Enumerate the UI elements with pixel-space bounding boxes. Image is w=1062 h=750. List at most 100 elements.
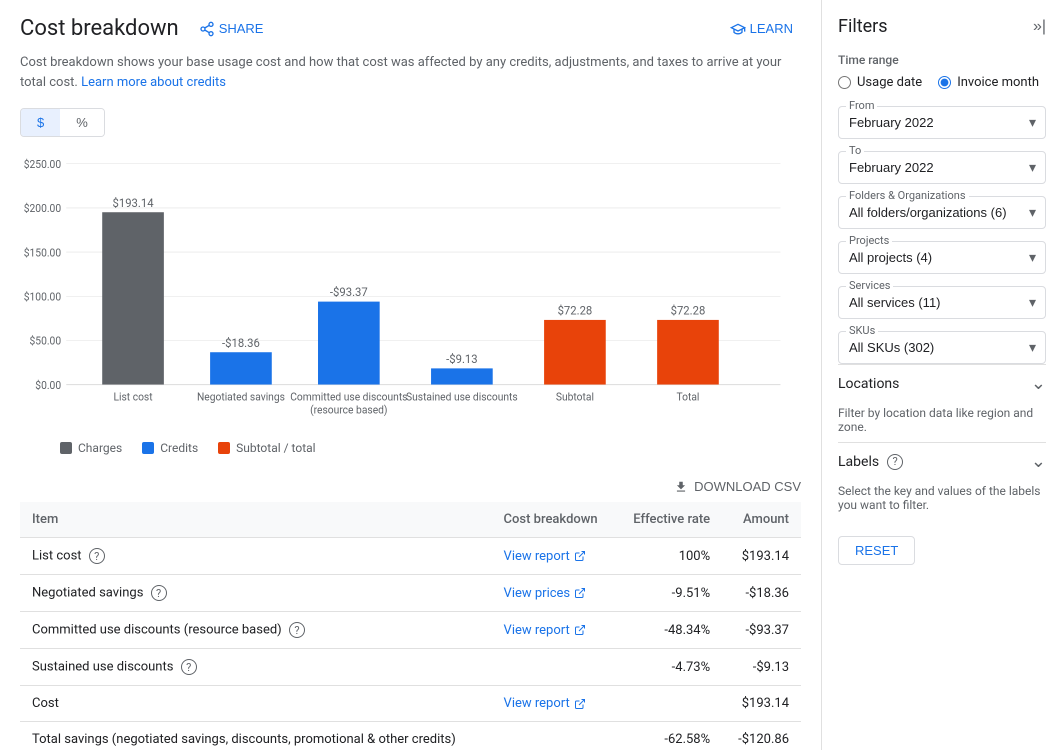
time-range-section: Time range Usage date Invoice month xyxy=(838,53,1046,90)
view-prices-link[interactable]: View prices xyxy=(504,586,604,601)
download-row: DOWNLOAD CSV xyxy=(20,479,801,494)
view-toggle: $ % xyxy=(20,108,105,137)
folders-dropdown-wrapper: Folders & Organizations All folders/orga… xyxy=(838,196,1046,229)
usage-date-option[interactable]: Usage date xyxy=(838,75,922,90)
svg-text:-$9.13: -$9.13 xyxy=(446,352,477,366)
legend-credits: Credits xyxy=(142,441,198,455)
row-cost-breakdown: View prices xyxy=(492,575,616,612)
projects-dropdown-wrapper: Projects All projects (4) ▾ xyxy=(838,241,1046,274)
row-amount: -$18.36 xyxy=(722,575,801,612)
locations-chevron-icon: ⌄ xyxy=(1031,373,1046,394)
from-label: From xyxy=(846,99,877,112)
learn-button[interactable]: LEARN xyxy=(722,17,801,41)
col-effective-rate: Effective rate xyxy=(616,502,722,538)
svg-text:$100.00: $100.00 xyxy=(24,290,61,303)
col-cost-breakdown: Cost breakdown xyxy=(492,502,616,538)
row-item: Total savings (negotiated savings, disco… xyxy=(20,722,492,750)
row-item: Committed use discounts (resource based)… xyxy=(20,612,492,649)
time-range-radio-group: Usage date Invoice month xyxy=(838,75,1046,90)
row-cost-breakdown: View report xyxy=(492,686,616,722)
learn-more-link[interactable]: Learn more about credits xyxy=(81,75,226,90)
external-link-icon xyxy=(574,587,586,599)
svg-text:$250.00: $250.00 xyxy=(24,158,61,171)
table-row: Total savings (negotiated savings, disco… xyxy=(20,722,801,750)
cost-table: Item Cost breakdown Effective rate Amoun… xyxy=(20,502,801,750)
page-title: Cost breakdown xyxy=(20,16,179,41)
percent-toggle[interactable]: % xyxy=(60,109,104,136)
row-cost-breakdown xyxy=(492,722,616,750)
row-rate: -48.34% xyxy=(616,612,722,649)
svg-text:$0.00: $0.00 xyxy=(35,379,61,392)
row-amount: -$93.37 xyxy=(722,612,801,649)
view-report-link-3[interactable]: View report xyxy=(504,696,604,711)
help-icon[interactable]: ? xyxy=(289,622,305,638)
dollar-toggle[interactable]: $ xyxy=(21,109,60,136)
row-item: Cost xyxy=(20,686,492,722)
services-dropdown-wrapper: Services All services (11) ▾ xyxy=(838,286,1046,319)
collapse-sidebar-button[interactable]: »| xyxy=(1033,18,1046,36)
download-csv-button[interactable]: DOWNLOAD CSV xyxy=(674,479,801,494)
cost-chart: $250.00 $200.00 $150.00 $100.00 $50.00 $… xyxy=(20,153,801,433)
table-row: Sustained use discounts ? -4.73% -$9.13 xyxy=(20,649,801,686)
chart-legend: Charges Credits Subtotal / total xyxy=(20,441,801,455)
filters-sidebar: Filters »| Time range Usage date Invoice… xyxy=(822,0,1062,750)
invoice-month-radio[interactable] xyxy=(938,76,951,89)
view-report-link[interactable]: View report xyxy=(504,549,604,564)
to-label: To xyxy=(846,144,864,157)
svg-text:-$93.37: -$93.37 xyxy=(330,285,368,299)
svg-text:$193.14: $193.14 xyxy=(113,196,155,210)
from-dropdown-wrapper: From February 2022 ▾ xyxy=(838,106,1046,139)
legend-charges: Charges xyxy=(60,441,122,455)
svg-text:$50.00: $50.00 xyxy=(30,334,62,347)
to-select[interactable]: February 2022 xyxy=(838,151,1046,184)
table-row: Negotiated savings ? View prices -9.51% … xyxy=(20,575,801,612)
download-icon xyxy=(674,480,688,494)
row-cost-breakdown: View report xyxy=(492,612,616,649)
locations-filter[interactable]: Locations ⌄ xyxy=(838,364,1046,402)
svg-text:Total: Total xyxy=(676,390,699,403)
locations-label: Locations xyxy=(838,376,899,392)
labels-chevron-icon: ⌄ xyxy=(1031,451,1046,472)
svg-text:-$18.36: -$18.36 xyxy=(222,336,260,350)
reset-button[interactable]: RESET xyxy=(838,536,915,565)
share-icon xyxy=(199,21,215,37)
chart-svg: $250.00 $200.00 $150.00 $100.00 $50.00 $… xyxy=(20,153,801,433)
row-amount: $193.14 xyxy=(722,538,801,575)
labels-filter[interactable]: Labels ? ⌄ xyxy=(838,442,1046,480)
row-rate: -4.73% xyxy=(616,649,722,686)
labels-help-icon[interactable]: ? xyxy=(887,454,903,470)
row-cost-breakdown xyxy=(492,649,616,686)
header-left: Cost breakdown SHARE xyxy=(20,16,271,41)
help-icon[interactable]: ? xyxy=(89,548,105,564)
external-link-icon xyxy=(574,624,586,636)
invoice-month-option[interactable]: Invoice month xyxy=(938,75,1039,90)
legend-subtotal-dot xyxy=(218,442,230,454)
labels-label: Labels xyxy=(838,454,879,470)
row-amount: -$9.13 xyxy=(722,649,801,686)
svg-text:(resource based): (resource based) xyxy=(310,403,387,416)
external-link-icon xyxy=(574,698,586,710)
row-rate: -62.58% xyxy=(616,722,722,750)
help-icon[interactable]: ? xyxy=(151,585,167,601)
col-item: Item xyxy=(20,502,492,538)
view-report-link-2[interactable]: View report xyxy=(504,623,604,638)
svg-text:$72.28: $72.28 xyxy=(671,303,706,317)
share-button[interactable]: SHARE xyxy=(191,17,272,41)
svg-text:Subtotal: Subtotal xyxy=(556,390,594,403)
skus-dropdown-wrapper: SKUs All SKUs (302) ▾ xyxy=(838,331,1046,364)
legend-charges-dot xyxy=(60,442,72,454)
legend-subtotal: Subtotal / total xyxy=(218,441,315,455)
sidebar-title: Filters xyxy=(838,16,888,37)
svg-text:$72.28: $72.28 xyxy=(558,303,593,317)
row-rate xyxy=(616,686,722,722)
services-label: Services xyxy=(846,279,893,292)
svg-text:Committed use discounts: Committed use discounts xyxy=(290,390,407,403)
row-amount: $193.14 xyxy=(722,686,801,722)
row-item: List cost ? xyxy=(20,538,492,575)
time-range-label: Time range xyxy=(838,53,1046,67)
table-row: Cost View report $193.14 xyxy=(20,686,801,722)
help-icon[interactable]: ? xyxy=(181,659,197,675)
legend-credits-dot xyxy=(142,442,154,454)
usage-date-radio[interactable] xyxy=(838,76,851,89)
learn-icon xyxy=(730,21,746,37)
